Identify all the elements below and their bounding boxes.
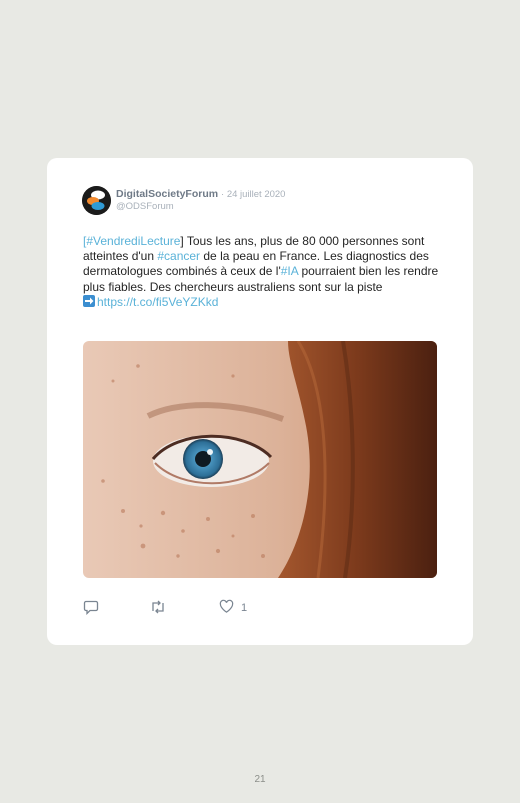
tweet-actions: 1 xyxy=(83,599,333,617)
hashtag-cancer[interactable]: #cancer xyxy=(157,249,200,263)
hashtag-ia[interactable]: #IA xyxy=(281,264,298,278)
hashtag-vendredilecture[interactable]: #VendrediLecture xyxy=(86,234,180,248)
tweet-photo[interactable] xyxy=(83,341,437,578)
like-count: 1 xyxy=(241,602,248,614)
right-arrow-icon xyxy=(83,294,95,307)
tweet-link[interactable]: https://t.co/fi5VeYZKkd xyxy=(97,295,218,309)
tweet-card: DigitalSocietyForum · 24 juillet 2020 @O… xyxy=(47,158,473,645)
tweet-text: [#VendrediLecture] Tous les ans, plus de… xyxy=(83,234,443,310)
reply-icon xyxy=(83,599,99,618)
retweet-icon xyxy=(149,599,167,618)
retweet-button[interactable] xyxy=(149,599,167,618)
author-name[interactable]: DigitalSocietyForum · 24 juillet 2020 xyxy=(116,188,285,200)
author-name-text[interactable]: DigitalSocietyForum xyxy=(116,188,218,200)
like-button[interactable]: 1 xyxy=(219,599,247,617)
tweet-date[interactable]: · 24 juillet 2020 xyxy=(221,189,285,200)
heart-icon xyxy=(219,599,234,617)
author-handle[interactable]: @ODSForum xyxy=(116,201,174,212)
reply-button[interactable] xyxy=(83,599,99,618)
page-number: 21 xyxy=(254,774,266,785)
avatar[interactable] xyxy=(82,186,111,215)
